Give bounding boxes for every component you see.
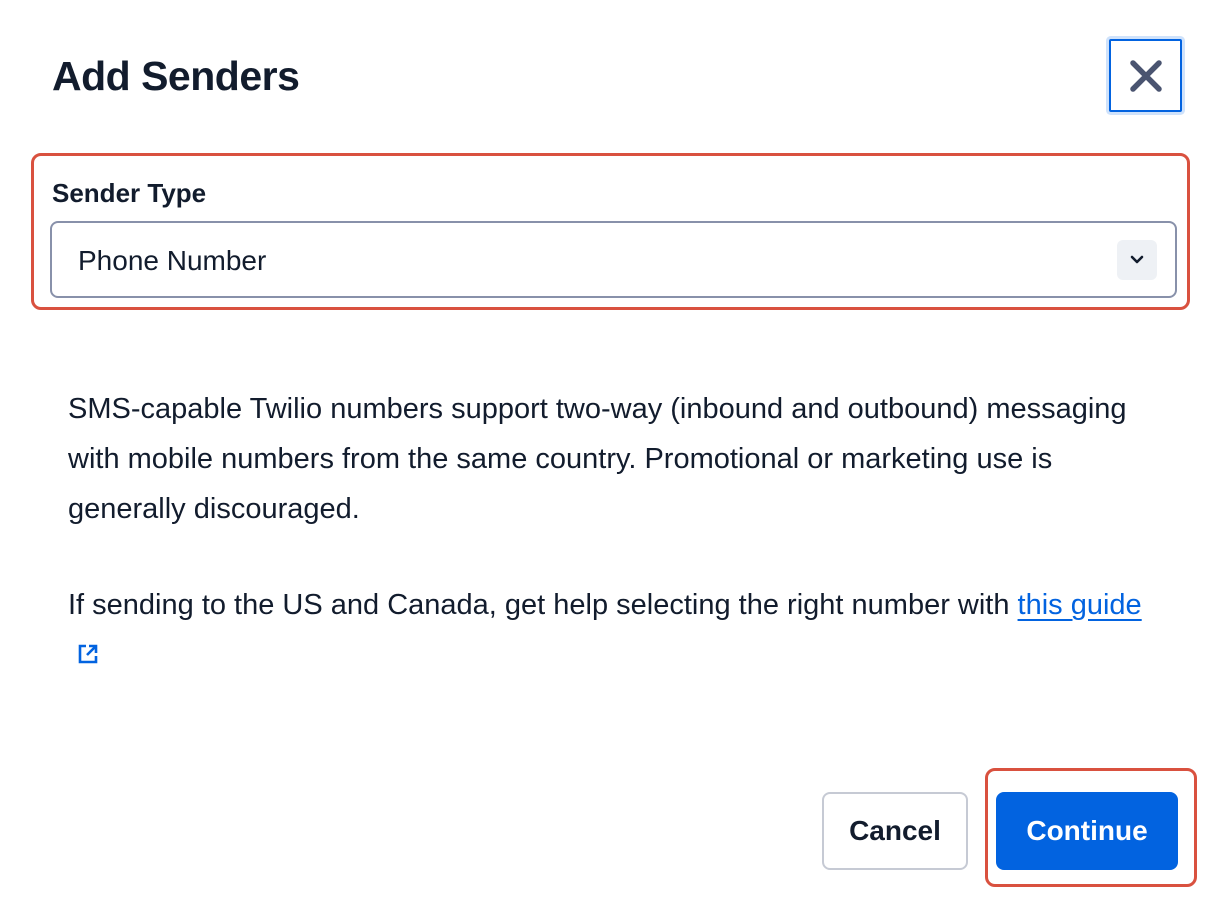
close-icon: [1129, 59, 1163, 93]
sender-type-label: Sender Type: [52, 178, 207, 208]
continue-button[interactable]: Continue: [996, 792, 1178, 870]
sender-type-select[interactable]: Phone Number: [50, 221, 1177, 298]
external-link-icon[interactable]: [76, 632, 100, 682]
guide-link[interactable]: this guide: [1018, 589, 1142, 621]
close-button[interactable]: [1109, 39, 1182, 112]
modal-title: Add Senders: [52, 53, 300, 99]
guide-text: If sending to the US and Canada, get hel…: [68, 589, 1018, 621]
sender-type-value: Phone Number: [78, 245, 267, 276]
guide-link-label: this guide: [1017, 589, 1142, 621]
sender-description: SMS-capable Twilio numbers support two-w…: [68, 393, 1127, 525]
add-senders-modal: Add Senders Sender Type Phone Number SMS…: [0, 0, 1208, 905]
cancel-button[interactable]: Cancel: [822, 792, 968, 870]
chevron-down-icon: [1117, 240, 1157, 280]
guide-paragraph: If sending to the US and Canada, get hel…: [68, 580, 1158, 682]
